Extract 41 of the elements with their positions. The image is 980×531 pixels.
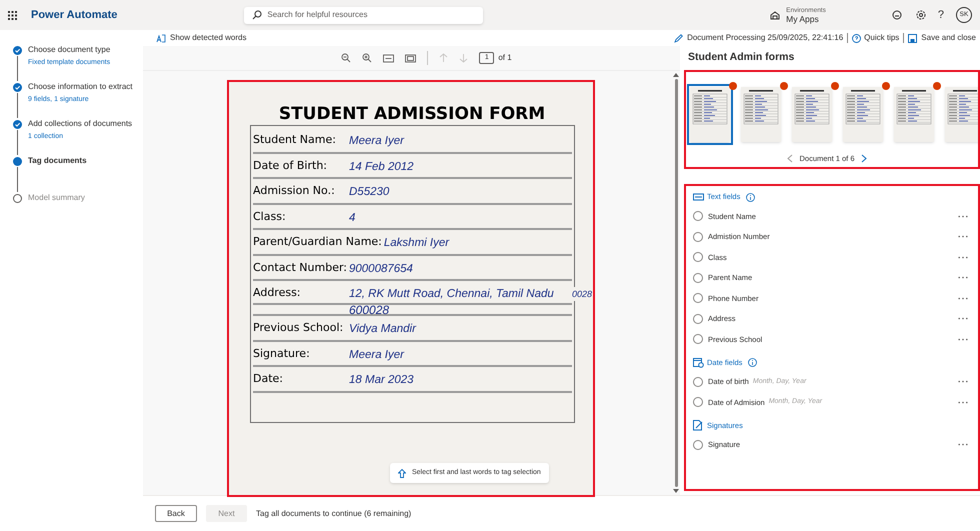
- field-value: Meera Iyer: [349, 348, 404, 362]
- field-value: 4: [349, 210, 356, 226]
- step-title[interactable]: Tag documents: [28, 155, 87, 167]
- status-message: Tag all documents to continue (6 remaining): [256, 508, 412, 520]
- collection-title: Student Admin forms: [687, 50, 796, 66]
- search-box[interactable]: Search for helpful resources: [244, 6, 484, 24]
- rename-button[interactable]: Document Processing 25/09/2025, 22:41:16: [674, 32, 844, 44]
- field-label: Date:: [253, 371, 284, 387]
- field-value: 600028: [349, 305, 390, 314]
- field-label: Contact Number:: [253, 260, 348, 276]
- back-button[interactable]: Back: [155, 505, 197, 522]
- help-button[interactable]: ?: [938, 6, 944, 24]
- field-value: D55230: [349, 185, 390, 200]
- field-label: Admission No.:: [253, 183, 336, 199]
- show-words-button[interactable]: Show detected words: [156, 32, 246, 44]
- field-label: Parent/Guardian Name:: [253, 234, 383, 250]
- field-value: Meera Iyer: [349, 134, 404, 149]
- page-count: of 1: [498, 52, 512, 64]
- field-label: Address:: [253, 285, 302, 301]
- field-value: 18 Mar 2023: [349, 373, 414, 388]
- environment-name[interactable]: My Apps: [786, 15, 826, 24]
- field-label: Signature:: [253, 346, 311, 362]
- field-value: 0028: [572, 287, 592, 301]
- field-value: 12, RK Mutt Road, Chennai, Tamil Nadu: [349, 287, 554, 302]
- field-label: Student Name:: [253, 132, 337, 148]
- step-title[interactable]: Choose information to extract: [28, 81, 132, 93]
- quick-tips-button[interactable]: Quick tips: [852, 32, 900, 44]
- field-label: Previous School:: [253, 320, 344, 336]
- app-title: Power Automate: [31, 8, 118, 23]
- field-value: 14 Feb 2012: [349, 160, 414, 174]
- search-field[interactable]: Search for helpful resources: [267, 9, 468, 21]
- field-value: Vidya Mandir: [349, 322, 416, 337]
- step-title[interactable]: Choose document type: [28, 44, 110, 56]
- field-label: Class:: [253, 208, 287, 224]
- field-value: Lakshmi Iyer: [384, 236, 450, 251]
- form-title: STUDENT ADMISSION FORM: [278, 104, 546, 124]
- save-close-button[interactable]: Save and close: [908, 32, 976, 44]
- field-value: 9000087654: [349, 262, 413, 276]
- field-label: Date of Birth:: [253, 158, 328, 174]
- step-title[interactable]: Model summary: [28, 192, 85, 204]
- step-title[interactable]: Add collections of documents: [28, 118, 132, 130]
